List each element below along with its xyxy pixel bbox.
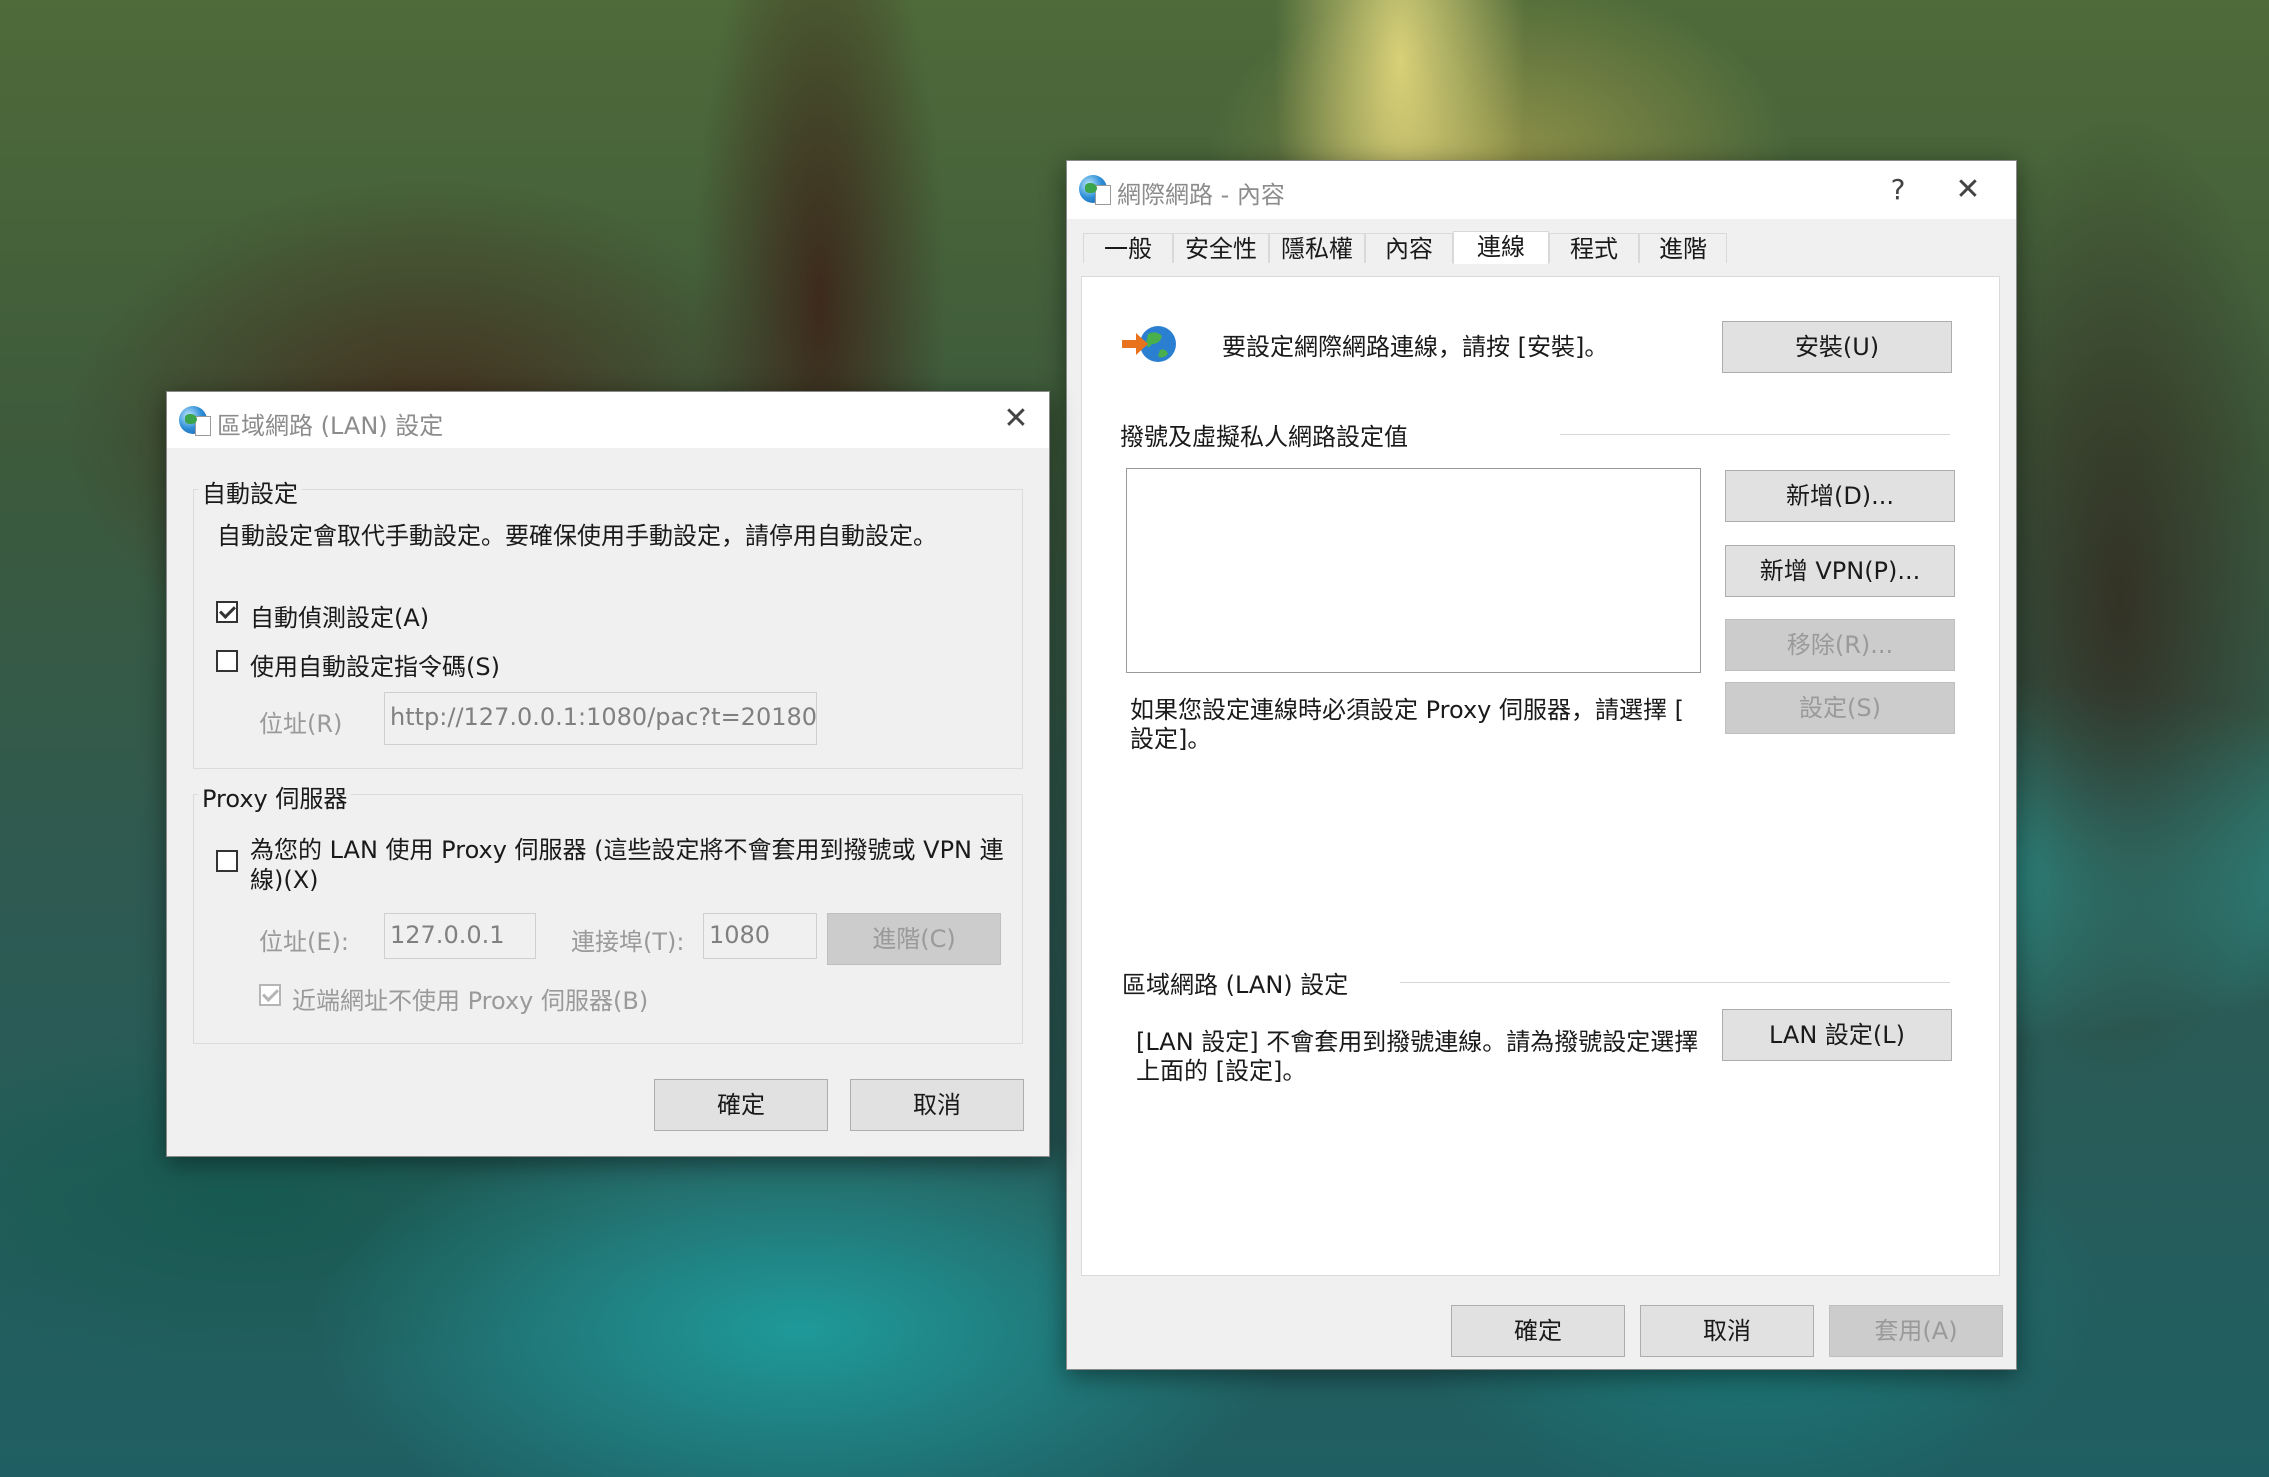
window-title: 區域網路 (LAN) 設定 xyxy=(217,412,444,440)
apply-button[interactable]: 套用(A) xyxy=(1829,1305,2003,1357)
proxy-address-input[interactable]: 127.0.0.1 xyxy=(384,913,536,959)
window-title: 網際網路 - 內容 xyxy=(1117,181,1285,209)
script-address-input[interactable]: http://127.0.0.1:1080/pac?t=2018030 xyxy=(384,692,817,745)
dialup-group-divider xyxy=(1560,434,1950,435)
setup-connection-icon xyxy=(1120,322,1180,362)
use-proxy-checkbox[interactable] xyxy=(216,850,238,872)
ok-button[interactable]: 確定 xyxy=(1451,1305,1625,1357)
tab-advanced[interactable]: 進階 xyxy=(1639,233,1727,263)
use-proxy-label-line2[interactable]: 線)(X) xyxy=(250,860,319,895)
connections-list[interactable] xyxy=(1126,468,1701,673)
lan-group-divider xyxy=(1400,982,1950,983)
bypass-local-checkbox[interactable] xyxy=(259,984,281,1006)
proxy-server-label: Proxy 伺服器 xyxy=(198,779,352,814)
dialup-group-label: 撥號及虛擬私人網路設定值 xyxy=(1120,423,1408,451)
proxy-address-label: 位址(E): xyxy=(259,928,349,956)
lan-note-line2: 上面的 [設定]。 xyxy=(1136,1057,1307,1085)
proxy-port-input[interactable]: 1080 xyxy=(703,913,817,959)
tab-privacy[interactable]: 隱私權 xyxy=(1269,233,1365,263)
add-vpn-button[interactable]: 新增 VPN(P)... xyxy=(1725,545,1955,597)
tab-security[interactable]: 安全性 xyxy=(1173,233,1269,263)
help-icon[interactable]: ? xyxy=(1875,169,1921,211)
auto-detect-checkbox[interactable] xyxy=(216,601,238,623)
proxy-note-line1: 如果您設定連線時必須設定 Proxy 伺服器，請選擇 [ xyxy=(1130,696,1684,724)
auto-detect-label[interactable]: 自動偵測設定(A) xyxy=(250,598,429,633)
cancel-button[interactable]: 取消 xyxy=(850,1079,1024,1131)
internet-options-icon xyxy=(1079,175,1111,205)
ok-button[interactable]: 確定 xyxy=(654,1079,828,1131)
bypass-local-label[interactable]: 近端網址不使用 Proxy 伺服器(B) xyxy=(292,981,648,1016)
auto-config-label: 自動設定 xyxy=(198,474,302,509)
lan-settings-window: 區域網路 (LAN) 設定 ✕ 自動設定 自動設定會取代手動設定。要確保使用手動… xyxy=(166,391,1050,1157)
proxy-note-line2: 設定]。 xyxy=(1130,725,1212,753)
use-proxy-label-line1[interactable]: 為您的 LAN 使用 Proxy 伺服器 (這些設定將不會套用到撥號或 VPN … xyxy=(250,830,1004,865)
proxy-port-label: 連接埠(T): xyxy=(571,928,685,956)
script-address-label: 位址(R) xyxy=(259,710,343,738)
connections-panel: 要設定網際網路連線，請按 [安裝]。 安裝(U) 撥號及虛擬私人網路設定值 新增… xyxy=(1081,276,2000,1276)
internet-properties-window: 網際網路 - 內容 ? ✕ 一般 安全性 隱私權 內容 連線 程式 進階 要設定… xyxy=(1066,160,2017,1370)
lan-settings-icon xyxy=(179,406,211,436)
use-script-label[interactable]: 使用自動設定指令碼(S) xyxy=(250,647,500,682)
close-icon[interactable]: ✕ xyxy=(993,398,1039,440)
tab-content[interactable]: 內容 xyxy=(1365,233,1453,263)
setup-description: 要設定網際網路連線，請按 [安裝]。 xyxy=(1222,333,1609,361)
connection-settings-button[interactable]: 設定(S) xyxy=(1725,682,1955,734)
use-script-checkbox[interactable] xyxy=(216,650,238,672)
close-icon[interactable]: ✕ xyxy=(1945,169,1991,211)
remove-connection-button[interactable]: 移除(R)... xyxy=(1725,619,1955,671)
proxy-advanced-button[interactable]: 進階(C) xyxy=(827,913,1001,965)
setup-button[interactable]: 安裝(U) xyxy=(1722,321,1952,373)
add-connection-button[interactable]: 新增(D)... xyxy=(1725,470,1955,522)
lan-group-label: 區域網路 (LAN) 設定 xyxy=(1122,971,1349,999)
auto-config-description: 自動設定會取代手動設定。要確保使用手動設定，請停用自動設定。 xyxy=(217,522,937,550)
tab-general[interactable]: 一般 xyxy=(1083,233,1173,263)
lan-settings-titlebar[interactable]: 區域網路 (LAN) 設定 ✕ xyxy=(167,392,1049,448)
lan-settings-button[interactable]: LAN 設定(L) xyxy=(1722,1009,1952,1061)
tab-connections[interactable]: 連線 xyxy=(1453,231,1549,264)
cancel-button[interactable]: 取消 xyxy=(1640,1305,1814,1357)
internet-properties-titlebar[interactable]: 網際網路 - 內容 ? ✕ xyxy=(1067,161,2016,219)
tab-programs[interactable]: 程式 xyxy=(1549,233,1639,263)
